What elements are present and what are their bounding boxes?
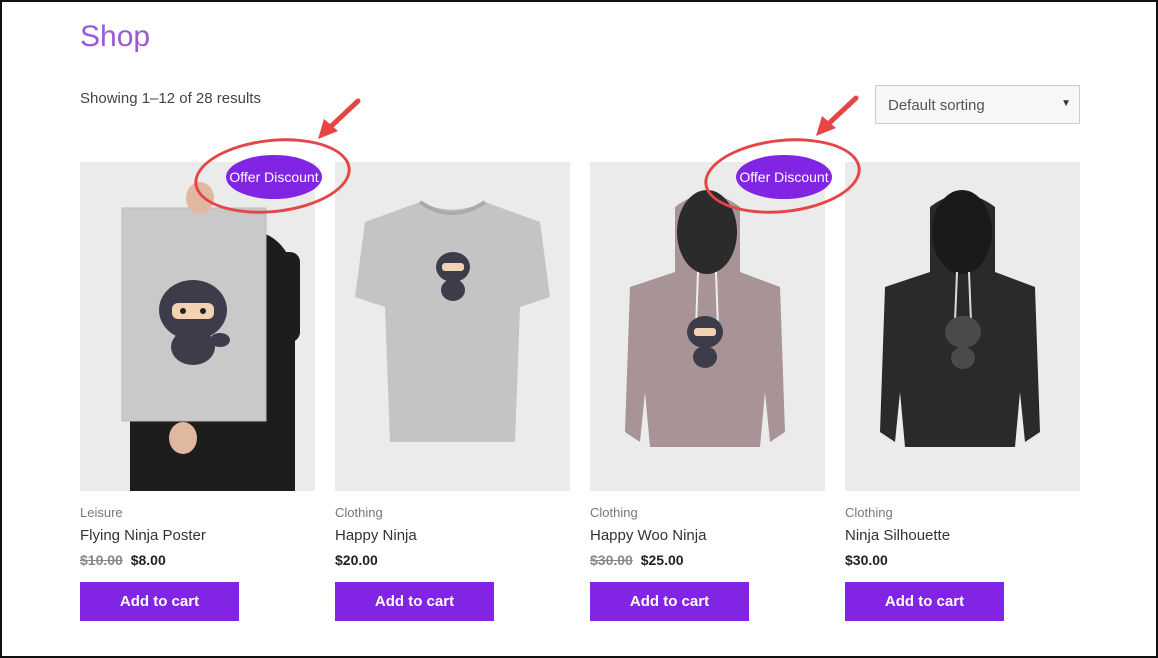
annotation-arrow-icon <box>318 98 361 139</box>
product-old-price: $10.00 <box>80 552 123 568</box>
product-card: Clothing Ninja Silhouette $30.00 Add to … <box>845 162 1080 621</box>
annotation-arrow-icon <box>816 95 859 136</box>
product-card: Clothing Happy Woo Ninja $30.00 $25.00 A… <box>590 162 825 621</box>
product-name[interactable]: Happy Woo Ninja <box>590 527 825 544</box>
product-price: $10.00 $8.00 <box>80 552 315 568</box>
product-name[interactable]: Flying Ninja Poster <box>80 527 315 544</box>
product-category[interactable]: Leisure <box>80 505 315 520</box>
add-to-cart-button[interactable]: Add to cart <box>80 582 239 621</box>
result-count: Showing 1–12 of 28 results <box>80 90 261 107</box>
product-image-black-hoodie[interactable] <box>845 162 1080 491</box>
product-card: Leisure Flying Ninja Poster $10.00 $8.00… <box>80 162 315 621</box>
add-to-cart-button[interactable]: Add to cart <box>845 582 1004 621</box>
chevron-down-icon: ▼ <box>1061 98 1071 109</box>
product-old-price: $30.00 <box>590 552 633 568</box>
product-sale-price: $25.00 <box>640 552 684 568</box>
page-title: Shop <box>80 20 151 53</box>
product-price: $20.00 <box>335 552 570 568</box>
product-image-tshirt[interactable] <box>335 162 570 491</box>
product-sale-price: $8.00 <box>130 552 166 568</box>
sorting-selected-value: Default sorting <box>888 97 985 114</box>
product-category[interactable]: Clothing <box>845 505 1080 520</box>
product-regular-price: $30.00 <box>845 552 888 568</box>
sorting-select[interactable]: Default sorting ▼ <box>875 85 1080 124</box>
product-name[interactable]: Happy Ninja <box>335 527 570 544</box>
product-price: $30.00 <box>845 552 1080 568</box>
product-name[interactable]: Ninja Silhouette <box>845 527 1080 544</box>
add-to-cart-button[interactable]: Add to cart <box>335 582 494 621</box>
product-price: $30.00 $25.00 <box>590 552 825 568</box>
add-to-cart-button[interactable]: Add to cart <box>590 582 749 621</box>
product-category[interactable]: Clothing <box>335 505 570 520</box>
product-regular-price: $20.00 <box>335 552 378 568</box>
product-card: Clothing Happy Ninja $20.00 Add to cart <box>335 162 570 621</box>
product-category[interactable]: Clothing <box>590 505 825 520</box>
